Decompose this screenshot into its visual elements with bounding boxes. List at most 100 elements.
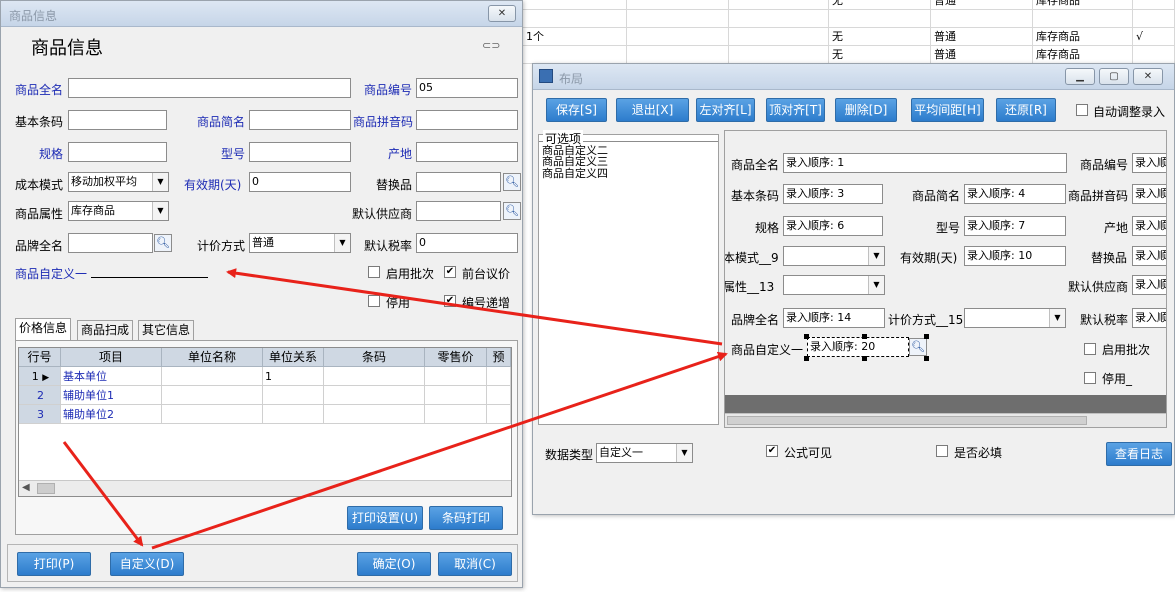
formula-visible-checkbox[interactable]: ✔ bbox=[766, 445, 778, 457]
design-field[interactable]: 录入顺 bbox=[1132, 184, 1166, 204]
table-cell[interactable] bbox=[425, 367, 487, 386]
option-item[interactable]: 商品自定义三 bbox=[542, 156, 608, 167]
attr-select[interactable]: 库存商品 ▼ bbox=[68, 201, 169, 221]
horizontal-scrollbar[interactable]: ◀ bbox=[19, 480, 511, 496]
auto-code-checkbox[interactable]: ✔ bbox=[444, 295, 456, 307]
pricing-select[interactable]: 普通 ▼ bbox=[249, 233, 351, 253]
resize-handle[interactable] bbox=[804, 356, 809, 361]
table-cell[interactable] bbox=[425, 405, 487, 424]
exit-button[interactable]: 退出[X] bbox=[616, 98, 689, 122]
close-button[interactable]: ✕ bbox=[488, 5, 516, 22]
view-log-button[interactable]: 查看日志 bbox=[1106, 442, 1172, 466]
design-field[interactable]: 录入顺 bbox=[1132, 275, 1166, 295]
validity-input[interactable]: 0 bbox=[249, 172, 351, 192]
table-cell[interactable]: 辅助单位1 bbox=[61, 386, 162, 405]
table-cell[interactable] bbox=[263, 386, 324, 405]
link-icon[interactable]: ⊂⊃ bbox=[482, 39, 500, 52]
restore-button[interactable]: 还原[R] bbox=[996, 98, 1056, 122]
delete-button[interactable]: 删除[D] bbox=[835, 98, 897, 122]
even-spacing-button[interactable]: 平均间距[H] bbox=[911, 98, 984, 122]
resize-handle[interactable] bbox=[862, 356, 867, 361]
design-field[interactable]: 录入顺 bbox=[1132, 246, 1166, 266]
column-header[interactable]: 行号 bbox=[19, 348, 61, 367]
design-field[interactable]: 录入顺 bbox=[1132, 153, 1166, 173]
design-field[interactable]: 录入顺序: 6 bbox=[783, 216, 883, 236]
resize-handle[interactable] bbox=[804, 334, 809, 339]
custom1-input[interactable] bbox=[91, 277, 208, 278]
resize-handle[interactable] bbox=[862, 334, 867, 339]
table-cell[interactable] bbox=[263, 405, 324, 424]
option-item[interactable]: 商品自定义四 bbox=[542, 168, 608, 179]
custom1-design-field[interactable]: 录入顺序: 20 bbox=[807, 337, 909, 357]
scrollbar-thumb[interactable] bbox=[37, 483, 55, 494]
auto-adjust-checkbox[interactable] bbox=[1076, 104, 1088, 116]
table-cell[interactable] bbox=[425, 386, 487, 405]
align-left-button[interactable]: 左对齐[L] bbox=[696, 98, 755, 122]
batch-checkbox[interactable] bbox=[1084, 343, 1096, 355]
table-cell[interactable]: 基本单位 bbox=[61, 367, 162, 386]
table-cell[interactable] bbox=[324, 386, 425, 405]
model-input[interactable] bbox=[249, 142, 351, 162]
short-name-input[interactable] bbox=[249, 110, 351, 130]
design-select[interactable]: ▼ bbox=[783, 246, 885, 266]
save-button[interactable]: 保存[S] bbox=[546, 98, 607, 122]
supplier-input[interactable] bbox=[416, 201, 501, 221]
table-row[interactable]: 无 普通 库存商品 bbox=[523, 46, 1175, 64]
table-cell[interactable] bbox=[487, 386, 511, 405]
substitute-input[interactable] bbox=[416, 172, 501, 192]
resize-handle[interactable] bbox=[924, 356, 929, 361]
code-input[interactable]: 05 bbox=[416, 78, 518, 98]
spec-input[interactable] bbox=[68, 142, 167, 162]
align-top-button[interactable]: 顶对齐[T] bbox=[766, 98, 825, 122]
minimize-button[interactable]: ▁ bbox=[1065, 68, 1095, 85]
print-setup-button[interactable]: 打印设置(U) bbox=[347, 506, 423, 530]
cancel-button[interactable]: 取消(C) bbox=[438, 552, 512, 576]
data-type-select[interactable]: 自定义一 ▼ bbox=[596, 443, 693, 463]
front-price-checkbox[interactable]: ✔ bbox=[444, 266, 456, 278]
resize-handle[interactable] bbox=[924, 334, 929, 339]
full-name-input[interactable] bbox=[68, 78, 351, 98]
table-cell[interactable]: 辅助单位2 bbox=[61, 405, 162, 424]
search-icon[interactable]: 🔍︎ bbox=[503, 173, 521, 191]
design-field[interactable]: 录入顺序: 7 bbox=[964, 216, 1066, 236]
column-header[interactable]: 条码 bbox=[324, 348, 425, 367]
disable-checkbox[interactable] bbox=[1084, 372, 1096, 384]
horizontal-scrollbar[interactable] bbox=[725, 413, 1166, 427]
table-cell[interactable] bbox=[162, 367, 263, 386]
brand-input[interactable] bbox=[68, 233, 153, 253]
tab-scan[interactable]: 商品扫成 bbox=[77, 320, 134, 340]
design-field[interactable]: 录入顺序: 3 bbox=[783, 184, 883, 204]
design-select[interactable]: ▼ bbox=[783, 275, 885, 295]
design-field[interactable]: 录入顺序: 1 bbox=[783, 153, 1067, 173]
column-header[interactable]: 单位关系 bbox=[263, 348, 324, 367]
table-cell[interactable] bbox=[162, 405, 263, 424]
maximize-button[interactable]: ▢ bbox=[1099, 68, 1129, 85]
table-row[interactable]: 1个 无 普通 库存商品 √ bbox=[523, 28, 1175, 46]
column-header[interactable]: 项目 bbox=[61, 348, 162, 367]
disable-checkbox[interactable] bbox=[368, 295, 380, 307]
barcode-print-button[interactable]: 条码打印 bbox=[429, 506, 503, 530]
print-button[interactable]: 打印(P) bbox=[17, 552, 91, 576]
close-button[interactable]: ✕ bbox=[1133, 68, 1163, 85]
column-header[interactable]: 零售价 bbox=[425, 348, 487, 367]
ok-button[interactable]: 确定(O) bbox=[357, 552, 431, 576]
search-icon[interactable]: 🔍︎ bbox=[503, 202, 521, 220]
column-header[interactable]: 单位名称 bbox=[162, 348, 263, 367]
barcode-input[interactable] bbox=[68, 110, 167, 130]
batch-checkbox[interactable] bbox=[368, 266, 380, 278]
design-field[interactable]: 录入顺 bbox=[1132, 308, 1166, 328]
search-icon[interactable]: 🔍︎ bbox=[909, 338, 927, 356]
table-cell[interactable] bbox=[162, 386, 263, 405]
search-icon[interactable]: 🔍︎ bbox=[154, 234, 172, 252]
required-checkbox[interactable] bbox=[936, 445, 948, 457]
design-select[interactable]: ▼ bbox=[964, 308, 1066, 328]
design-field[interactable]: 录入顺 bbox=[1132, 216, 1166, 236]
cost-mode-select[interactable]: 移动加权平均 ▼ bbox=[68, 172, 169, 192]
table-cell[interactable]: 1 bbox=[263, 367, 324, 386]
design-field[interactable]: 录入顺序: 14 bbox=[783, 308, 885, 328]
scroll-left-icon[interactable]: ◀ bbox=[22, 482, 30, 493]
design-field[interactable]: 录入顺序: 10 bbox=[964, 246, 1066, 266]
pinyin-input[interactable] bbox=[416, 110, 518, 130]
tab-price-info[interactable]: 价格信息 bbox=[15, 318, 72, 340]
table-cell[interactable] bbox=[487, 405, 511, 424]
